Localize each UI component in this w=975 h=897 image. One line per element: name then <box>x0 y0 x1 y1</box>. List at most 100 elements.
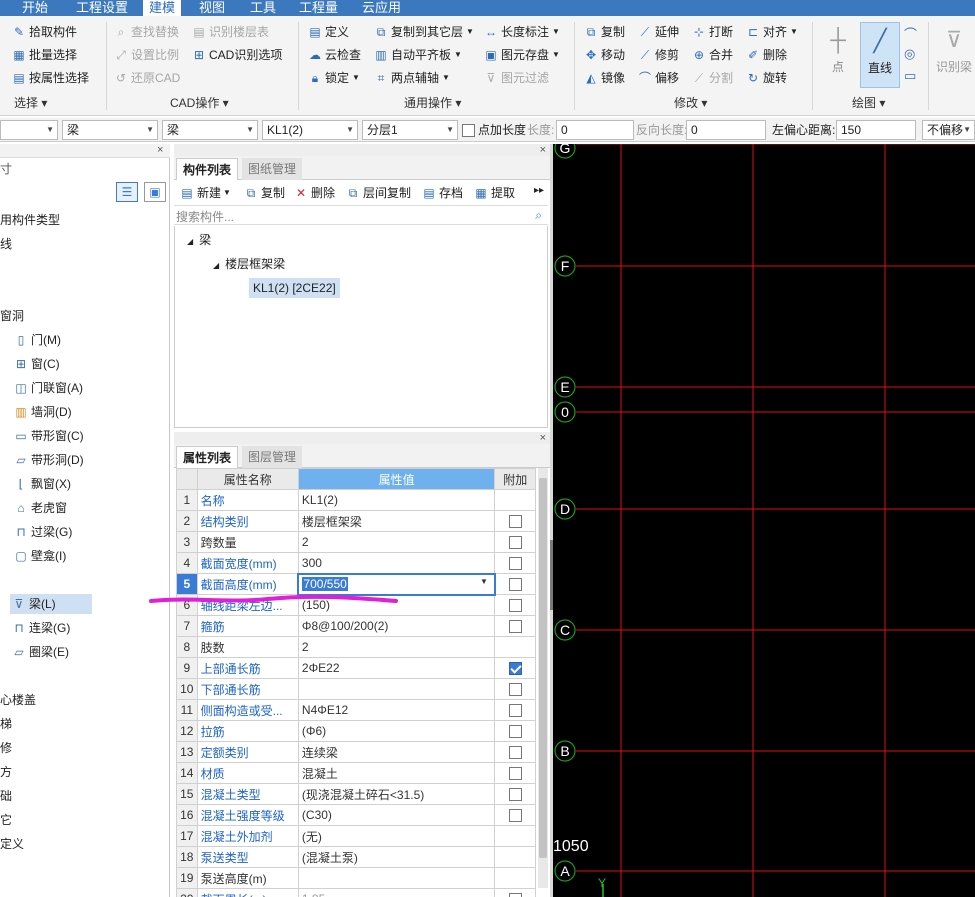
list-item[interactable]: 它 <box>0 810 12 830</box>
break-button[interactable]: ⊹ 打断 <box>692 22 733 42</box>
property-value[interactable]: 300 <box>297 552 496 574</box>
menu-view[interactable]: 视图 <box>193 0 231 16</box>
archive-button[interactable]: ▤ 存档 <box>422 183 463 203</box>
list-item[interactable]: 用构件类型 <box>0 210 60 230</box>
table-row[interactable]: 9 上部通长筋 2ΦE22 <box>176 657 536 679</box>
table-row[interactable]: 2 结构类别 楼层框架梁 <box>176 510 536 532</box>
extra-checkbox[interactable] <box>508 620 522 634</box>
table-row[interactable]: 10 下部通长筋 <box>176 678 536 700</box>
recognize-beam-button[interactable]: ⊽ 识别梁 <box>934 22 974 88</box>
property-value[interactable]: (无) <box>297 825 496 847</box>
batch-select-button[interactable]: ▦ 批量选择 <box>12 45 77 65</box>
element-type-select[interactable]: 梁 ▼ <box>62 120 158 140</box>
tree-leaf-selected[interactable]: KL1(2) [2CE22] <box>249 278 340 298</box>
extra-checkbox[interactable] <box>508 767 522 781</box>
table-row[interactable]: 13 定额类别 连续梁 <box>176 741 536 763</box>
extra-cell[interactable] <box>494 573 536 595</box>
table-row[interactable]: 12 拉筋 (Φ6) <box>176 720 536 742</box>
tree-root[interactable]: ◢ 梁 <box>187 230 211 250</box>
extra-checkbox[interactable] <box>508 893 522 897</box>
extra-cell[interactable] <box>494 720 536 742</box>
extra-checkbox[interactable] <box>508 788 522 802</box>
recognize-floor-table-button[interactable]: ▤ 识别楼层表 <box>192 22 269 42</box>
extra-checkbox[interactable] <box>508 809 522 823</box>
new-button[interactable]: ▤ 新建 ▼ <box>180 183 231 203</box>
extend-button[interactable]: ⟋ 延伸 <box>638 22 679 42</box>
property-value[interactable]: Φ8@100/200(2) <box>297 615 496 637</box>
extra-checkbox[interactable] <box>508 578 522 592</box>
extra-cell[interactable] <box>494 741 536 763</box>
trim-button[interactable]: ⟋ 修剪 <box>638 45 679 65</box>
table-row[interactable]: 16 混凝土强度等级 (C30) <box>176 804 536 826</box>
split-button[interactable]: ⟋ 分割 <box>692 68 733 88</box>
scrollbar-thumb[interactable] <box>539 478 547 858</box>
table-row[interactable]: 14 材质 混凝土 <box>176 762 536 784</box>
extra-checkbox[interactable] <box>508 746 522 760</box>
offset-button[interactable]: ⌒ 偏移 <box>638 68 679 88</box>
component-search-input[interactable]: 搜索构件... ⌕ <box>174 205 548 225</box>
menu-modeling[interactable]: 建模 <box>143 0 182 16</box>
subtype-select[interactable]: 梁 ▼ <box>162 120 258 140</box>
extra-cell[interactable] <box>494 615 536 637</box>
copy-to-other-floor-button[interactable]: ⧉ 复制到其它层 ▼ <box>374 22 474 42</box>
extra-cell[interactable] <box>494 783 536 805</box>
define-button[interactable]: ▤ 定义 <box>308 22 349 42</box>
cad-group-label[interactable]: CAD操作 ▾ <box>170 94 229 112</box>
pick-component-button[interactable]: ✎ 拾取构件 <box>12 22 77 42</box>
tile-view-icon[interactable]: ▣ <box>144 182 166 202</box>
tab-drawing-manage[interactable]: 图纸管理 <box>242 158 303 180</box>
close-icon[interactable]: × <box>540 144 546 156</box>
copy-component-button[interactable]: ⧉ 复制 <box>244 183 285 203</box>
delete-button[interactable]: ✐ 删除 <box>746 45 787 65</box>
property-value[interactable]: (C30) <box>297 804 496 826</box>
ring-beam-item[interactable]: ▱ 圈梁(E) <box>12 642 69 662</box>
arc-icon[interactable]: ⌒ <box>904 24 917 43</box>
layer-select[interactable]: 分层1 ▼ <box>362 120 458 140</box>
beam-item[interactable]: ⊽ 梁(L) <box>10 594 92 614</box>
niche-item[interactable]: ▢ 壁龛(I) <box>14 546 66 566</box>
reverse-length-input[interactable]: 0 <box>686 120 766 140</box>
extra-cell[interactable] <box>494 888 536 897</box>
merge-button[interactable]: ⊕ 合并 <box>692 45 733 65</box>
strip-opening-item[interactable]: ▱ 带形洞(D) <box>14 450 83 470</box>
component-select[interactable]: KL1(2) ▼ <box>262 120 358 140</box>
line-draw-button[interactable]: ╱ 直线 <box>860 22 900 88</box>
door-item[interactable]: ▯ 门(M) <box>14 330 61 350</box>
extra-cell[interactable] <box>494 510 536 532</box>
left-offset-input[interactable]: 150 <box>836 120 916 140</box>
menu-cloud[interactable]: 云应用 <box>356 0 407 16</box>
property-value[interactable]: 2 <box>297 531 496 553</box>
length-dimension-button[interactable]: ↔ 长度标注 ▼ <box>484 22 560 42</box>
extract-button[interactable]: ▦ 提取 <box>474 183 515 203</box>
menu-tools[interactable]: 工具 <box>244 0 282 16</box>
extra-cell[interactable] <box>494 699 536 721</box>
auto-align-slab-button[interactable]: ▥ 自动平齐板 ▼ <box>374 45 462 65</box>
select-group-label[interactable]: 选择 ▾ <box>14 94 47 112</box>
tab-layer-manage[interactable]: 图层管理 <box>242 446 303 468</box>
table-row[interactable]: 4 截面宽度(mm) 300 <box>176 552 536 574</box>
select-by-attribute-button[interactable]: ▤ 按属性选择 <box>12 68 89 88</box>
list-item[interactable]: 心楼盖 <box>0 690 36 710</box>
table-row[interactable]: 17 混凝土外加剂 (无) <box>176 825 536 847</box>
list-item[interactable]: 方 <box>0 762 12 782</box>
element-filter-button[interactable]: ⊽ 图元过滤 <box>484 68 549 88</box>
extra-cell[interactable] <box>494 552 536 574</box>
extra-checkbox[interactable] <box>508 704 522 718</box>
property-value[interactable] <box>297 867 496 889</box>
menu-start[interactable]: 开始 <box>16 0 54 16</box>
list-item[interactable]: 线 <box>0 234 12 254</box>
save-element-button[interactable]: ▣ 图元存盘 ▼ <box>484 45 560 65</box>
extra-checkbox[interactable] <box>508 599 522 613</box>
property-scrollbar[interactable] <box>538 468 548 888</box>
property-value[interactable]: (混凝土泵) <box>297 846 496 868</box>
coupling-beam-item[interactable]: ⊓ 连梁(G) <box>12 618 70 638</box>
copy-button[interactable]: ⧉ 复制 <box>584 22 625 42</box>
modify-group-label[interactable]: 修改 ▾ <box>674 94 707 112</box>
table-row[interactable]: 1 名称 KL1(2) <box>176 489 536 511</box>
extra-cell[interactable] <box>494 678 536 700</box>
close-icon[interactable]: × <box>157 144 163 156</box>
property-value[interactable]: 连续梁 <box>297 741 496 763</box>
extra-cell[interactable] <box>494 804 536 826</box>
dormer-window-item[interactable]: ⌂ 老虎窗 <box>14 498 67 518</box>
more-tools-icon[interactable]: ▸▸ <box>534 185 544 196</box>
